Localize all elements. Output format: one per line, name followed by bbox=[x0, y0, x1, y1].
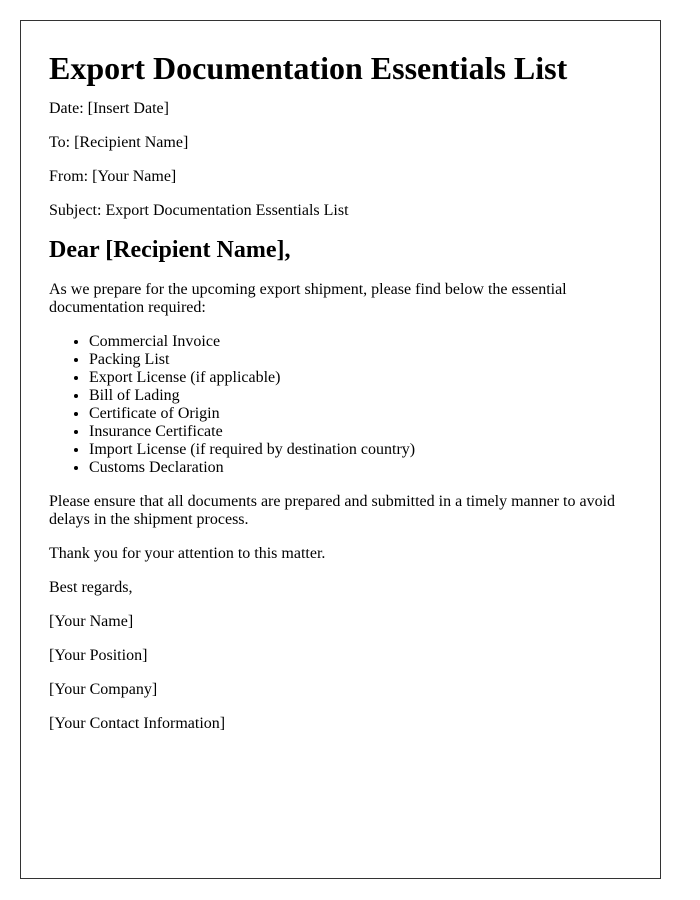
subject-line: Subject: Export Documentation Essentials… bbox=[49, 202, 349, 219]
sign-off: Best regards, bbox=[49, 579, 133, 596]
list-item: Certificate of Origin bbox=[89, 405, 632, 423]
to-line: To: [Recipient Name] bbox=[49, 134, 189, 151]
signature-contact: [Your Contact Information] bbox=[49, 715, 226, 732]
intro-paragraph: As we prepare for the upcoming export sh… bbox=[49, 281, 567, 316]
date-line: Date: [Insert Date] bbox=[49, 100, 169, 117]
list-item: Commercial Invoice bbox=[89, 333, 632, 351]
list-item: Import License (if required by destinati… bbox=[89, 441, 632, 459]
salutation: Dear [Recipient Name], bbox=[49, 237, 291, 263]
letter-container: Export Documentation Essentials List Dat… bbox=[20, 20, 661, 879]
signature-name: [Your Name] bbox=[49, 613, 134, 630]
documents-list: Commercial Invoice Packing List Export L… bbox=[49, 333, 632, 477]
closing-paragraph: Please ensure that all documents are pre… bbox=[49, 493, 616, 528]
signature-position: [Your Position] bbox=[49, 647, 148, 664]
list-item: Export License (if applicable) bbox=[89, 369, 632, 387]
thanks-line: Thank you for your attention to this mat… bbox=[49, 545, 326, 562]
list-item: Bill of Lading bbox=[89, 387, 632, 405]
list-item: Customs Declaration bbox=[89, 459, 632, 477]
signature-company: [Your Company] bbox=[49, 681, 158, 698]
list-item: Packing List bbox=[89, 351, 632, 369]
page-title: Export Documentation Essentials List bbox=[49, 50, 568, 86]
from-line: From: [Your Name] bbox=[49, 168, 177, 185]
list-item: Insurance Certificate bbox=[89, 423, 632, 441]
